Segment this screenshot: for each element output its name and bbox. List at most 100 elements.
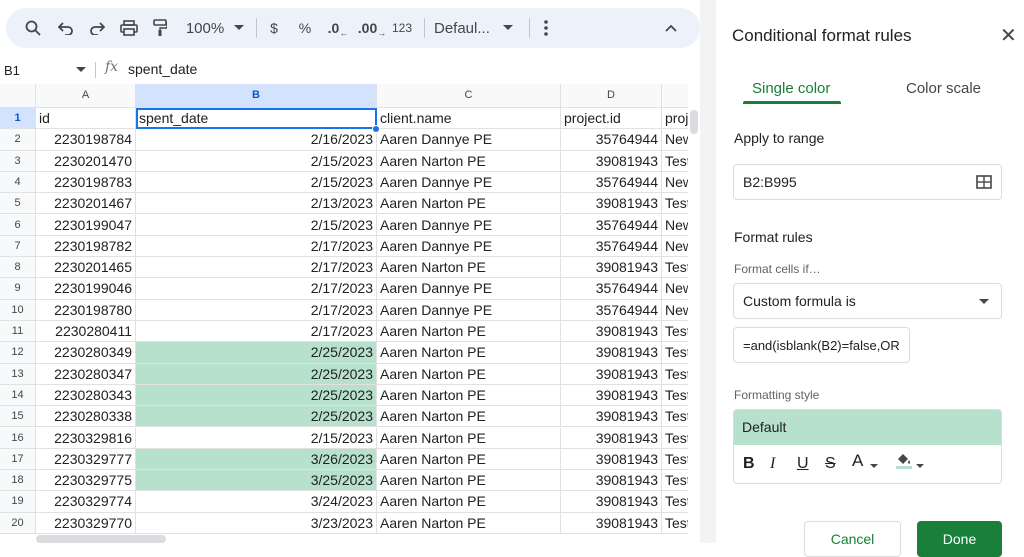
cancel-button[interactable]: Cancel	[804, 521, 901, 557]
table-cell[interactable]: 39081943	[561, 406, 662, 428]
row-header[interactable]: 16	[0, 427, 36, 449]
table-cell[interactable]: 39081943	[561, 193, 662, 215]
table-cell[interactable]: Aaren Narton PE	[377, 491, 561, 513]
collapse-icon[interactable]	[660, 8, 682, 48]
print-icon[interactable]	[116, 8, 142, 48]
table-cell[interactable]: 2/15/2023	[136, 150, 377, 172]
percent-button[interactable]: %	[295, 8, 315, 48]
column-header[interactable]: D	[561, 84, 662, 108]
table-cell[interactable]: 39081943	[561, 342, 662, 364]
header-cell[interactable]: spent_date	[136, 108, 377, 130]
table-cell[interactable]: Aaren Narton PE	[377, 321, 561, 343]
table-cell[interactable]: 35764944	[561, 214, 662, 236]
header-cell[interactable]: project.id	[561, 108, 662, 130]
table-cell[interactable]: Aaren Narton PE	[377, 384, 561, 407]
column-header[interactable]: B	[136, 84, 377, 108]
table-cell[interactable]: Aaren Narton PE	[377, 448, 561, 471]
table-cell[interactable]: Aaren Narton PE	[377, 150, 561, 172]
table-cell[interactable]: 39081943	[561, 448, 662, 471]
chevron-down-icon[interactable]	[916, 464, 924, 468]
table-cell[interactable]: 2230329777	[36, 448, 136, 471]
table-cell[interactable]: 2230199047	[36, 214, 136, 236]
table-cell[interactable]: 2/17/2023	[136, 278, 377, 300]
text-color-button[interactable]: A	[852, 451, 863, 471]
table-cell[interactable]: 2/15/2023	[136, 427, 377, 449]
table-cell[interactable]: 3/26/2023	[136, 448, 377, 471]
table-cell[interactable]: Test	[662, 406, 688, 428]
table-cell[interactable]: 35764944	[561, 171, 662, 194]
table-cell[interactable]: 2/16/2023	[136, 129, 377, 151]
row-header[interactable]: 12	[0, 342, 36, 364]
header-cell[interactable]: client.name	[377, 108, 561, 130]
table-cell[interactable]: Aaren Narton PE	[377, 193, 561, 215]
horizontal-scroll-thumb[interactable]	[36, 535, 166, 543]
row-header[interactable]: 14	[0, 384, 36, 407]
table-cell[interactable]: Test	[662, 449, 688, 471]
italic-button[interactable]: I	[770, 455, 775, 473]
table-cell[interactable]: Aaren Dannye PE	[377, 129, 561, 151]
search-icon[interactable]	[20, 8, 46, 48]
table-cell[interactable]: 2/17/2023	[136, 257, 377, 279]
table-cell[interactable]: 35764944	[561, 129, 662, 151]
chevron-down-icon[interactable]	[501, 8, 515, 48]
select-all-corner[interactable]	[0, 84, 36, 108]
row-header[interactable]: 1	[0, 108, 36, 130]
table-cell[interactable]: Aaren Dannye PE	[377, 214, 561, 236]
row-header[interactable]: 19	[0, 491, 36, 513]
style-preview[interactable]: Default	[734, 410, 1001, 445]
table-cell[interactable]: 2/25/2023	[136, 384, 377, 407]
row-header[interactable]: 5	[0, 193, 36, 215]
row-header[interactable]: 15	[0, 406, 36, 428]
table-cell[interactable]: New	[662, 278, 688, 300]
custom-formula-input[interactable]: =and(isblank(B2)=false,OR	[733, 327, 910, 363]
table-cell[interactable]: Aaren Narton PE	[377, 342, 561, 364]
table-cell[interactable]: Test	[662, 513, 688, 534]
table-cell[interactable]: 35764944	[561, 235, 662, 258]
tab-single-color[interactable]: Single color	[752, 80, 830, 97]
tab-color-scale[interactable]: Color scale	[906, 80, 981, 97]
column-header[interactable]: A	[36, 84, 136, 108]
table-cell[interactable]: 39081943	[561, 512, 662, 534]
table-cell[interactable]: 2/15/2023	[136, 214, 377, 236]
row-header[interactable]: 4	[0, 171, 36, 194]
table-cell[interactable]: 2230198780	[36, 299, 136, 321]
table-cell[interactable]: 2230198782	[36, 235, 136, 258]
table-cell[interactable]: 2230199046	[36, 278, 136, 300]
table-cell[interactable]: 2230329816	[36, 427, 136, 449]
row-header[interactable]: 3	[0, 150, 36, 172]
table-cell[interactable]: 2230280349	[36, 342, 136, 364]
vertical-scroll-thumb[interactable]	[690, 110, 698, 134]
done-button[interactable]: Done	[917, 521, 1002, 557]
table-cell[interactable]: 39081943	[561, 321, 662, 343]
table-cell[interactable]: New	[662, 236, 688, 258]
table-cell[interactable]: 2230201467	[36, 193, 136, 215]
table-cell[interactable]: 2230280347	[36, 363, 136, 385]
column-header[interactable]: C	[377, 84, 561, 108]
table-cell[interactable]: 3/23/2023	[136, 512, 377, 534]
table-cell[interactable]: 39081943	[561, 257, 662, 279]
table-cell[interactable]: 35764944	[561, 299, 662, 321]
table-cell[interactable]: 2230329770	[36, 512, 136, 534]
row-header[interactable]: 13	[0, 363, 36, 385]
number-format-button[interactable]: 123	[390, 8, 414, 48]
redo-icon[interactable]	[84, 8, 110, 48]
table-cell[interactable]: 35764944	[561, 278, 662, 300]
table-cell[interactable]: Test	[662, 470, 688, 492]
table-cell[interactable]: 2230198784	[36, 129, 136, 151]
currency-button[interactable]: $	[264, 8, 284, 48]
increase-decimal-button[interactable]: .00 →	[358, 8, 386, 48]
table-cell[interactable]: Aaren Dannye PE	[377, 278, 561, 300]
bold-button[interactable]: B	[743, 455, 755, 473]
table-cell[interactable]: Aaren Dannye PE	[377, 171, 561, 194]
table-cell[interactable]: 39081943	[561, 427, 662, 449]
formula-input[interactable]: spent_date	[128, 61, 197, 77]
row-header[interactable]: 10	[0, 299, 36, 321]
strikethrough-button[interactable]: S	[825, 455, 836, 473]
font-select[interactable]: Defaul...	[434, 8, 496, 48]
table-cell[interactable]: Test	[662, 491, 688, 513]
table-cell[interactable]: New	[662, 129, 688, 151]
table-cell[interactable]: Aaren Narton PE	[377, 406, 561, 428]
table-cell[interactable]: Test	[662, 257, 688, 279]
table-cell[interactable]: 2/13/2023	[136, 193, 377, 215]
row-header[interactable]: 20	[0, 512, 36, 534]
